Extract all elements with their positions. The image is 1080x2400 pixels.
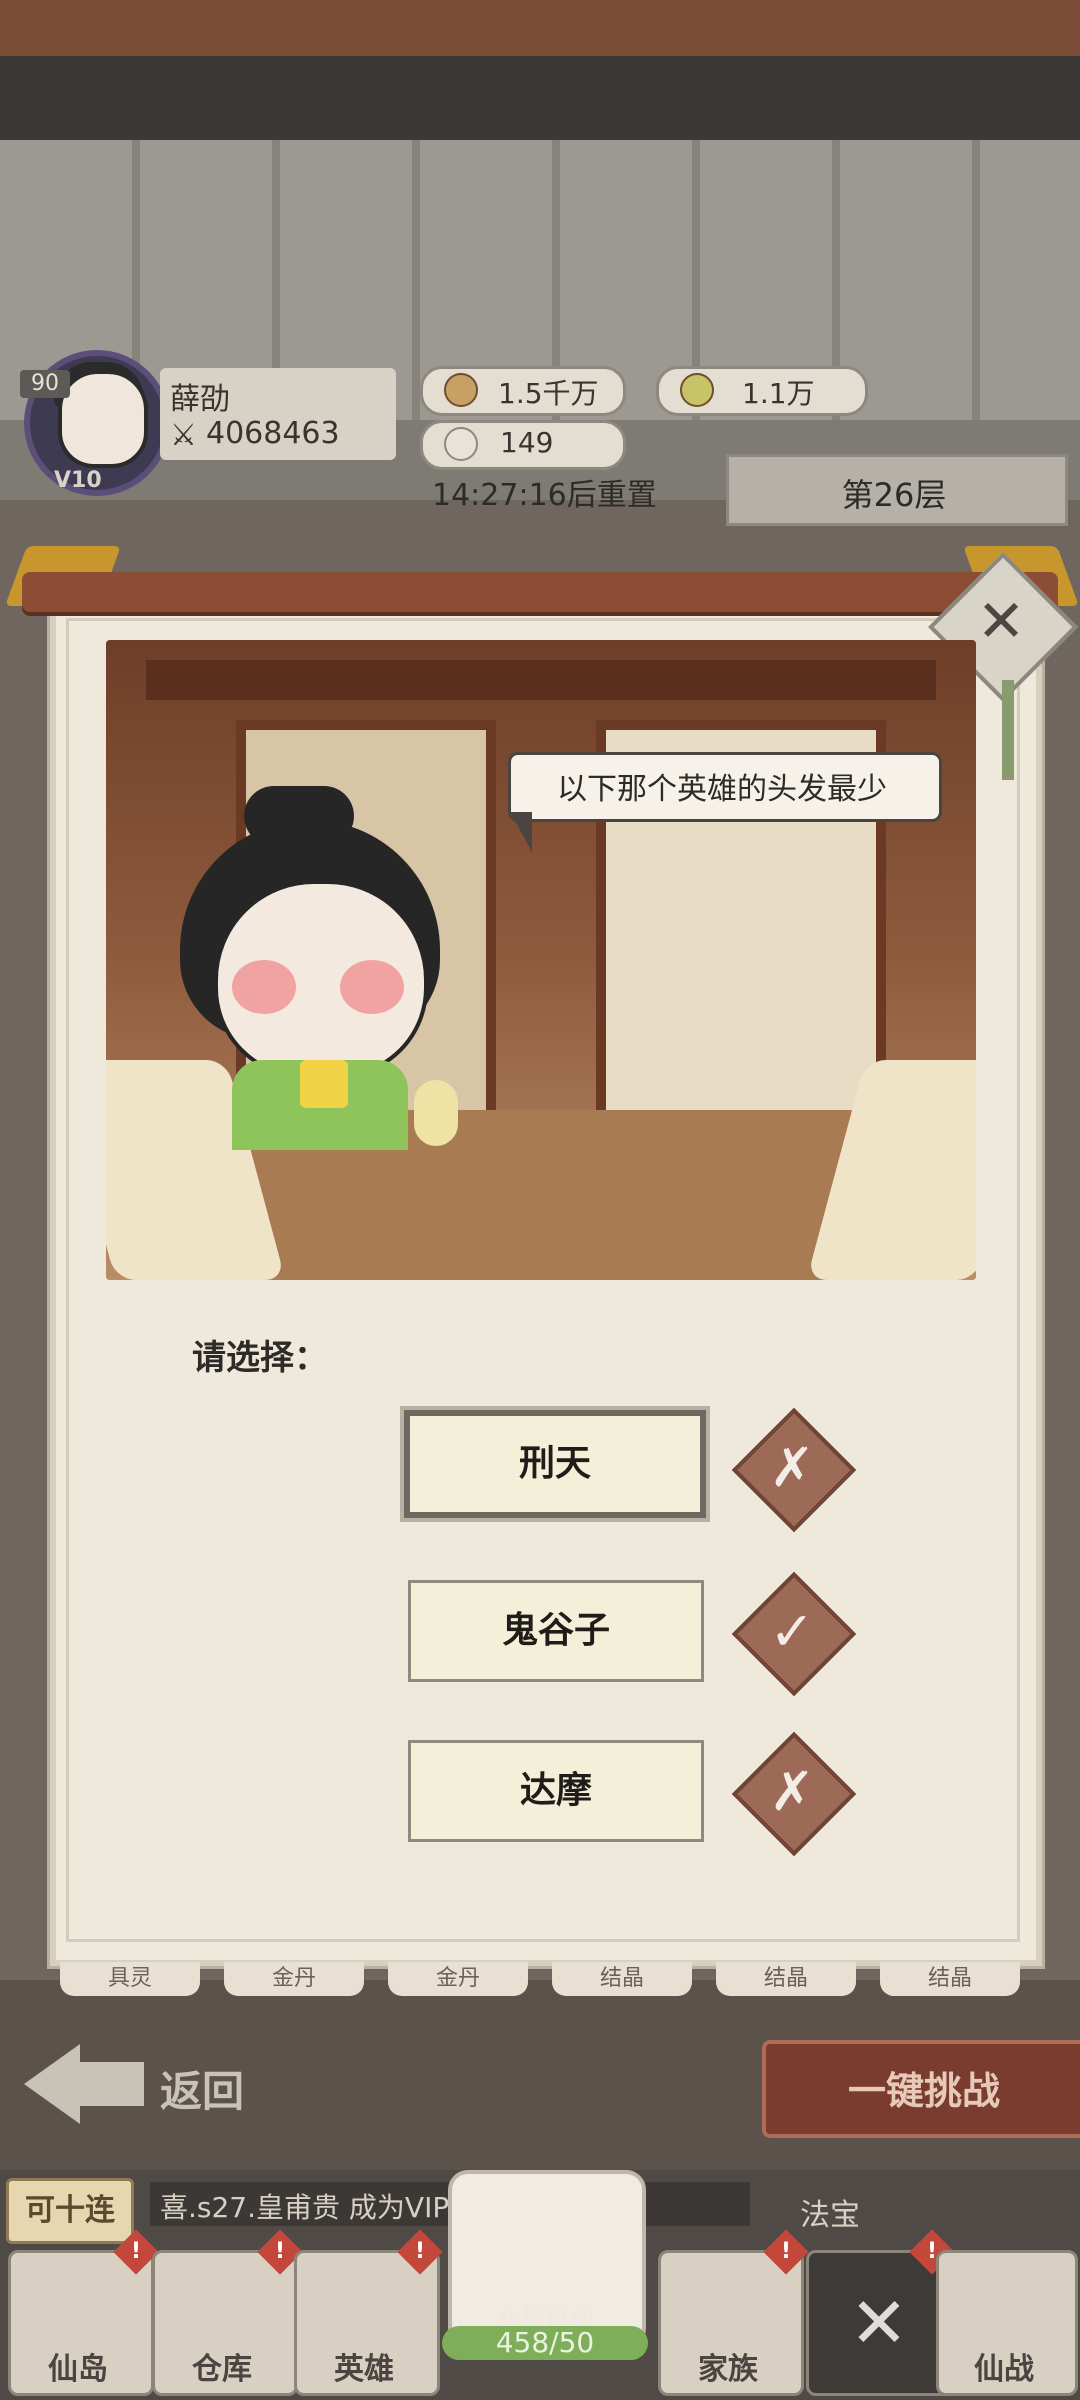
cross-icon: ✗ <box>769 1760 815 1823</box>
token-value: 149 <box>500 426 554 459</box>
speech-bubble-tail <box>510 812 532 852</box>
nav-warehouse-label: 仓库 <box>192 2352 252 2387</box>
option-button-3[interactable]: 达摩 <box>408 1740 704 1842</box>
alert-mark: ! <box>414 2239 426 2264</box>
alert-mark: ! <box>780 2239 792 2264</box>
reward-tag: 结晶 <box>552 1962 692 1996</box>
close-icon[interactable]: ✕ <box>974 588 1028 654</box>
floor-label: 第26层 <box>841 476 947 514</box>
fabao-label[interactable]: 法宝 <box>800 2190 860 2234</box>
reward-tag: 具灵 <box>60 1962 200 1996</box>
copper-value: 1.5千万 <box>498 377 599 410</box>
option-button-1[interactable]: 刑天 <box>404 1410 706 1518</box>
nav-heroes-label: 英雄 <box>334 2352 394 2387</box>
top-status-strip <box>0 0 1080 56</box>
ingot-value: 1.1万 <box>742 377 815 410</box>
scroll-rod <box>22 572 1058 612</box>
auto-challenge-label[interactable]: 一键挑战 <box>768 2060 1080 2115</box>
ingot-icon <box>680 373 714 407</box>
nav-clan-label: 家族 <box>698 2352 758 2387</box>
vip-badge: V10 <box>54 468 102 493</box>
character-cheek-left <box>232 960 296 1014</box>
reward-tag: 结晶 <box>716 1962 856 1996</box>
alert-mark: ! <box>130 2239 142 2264</box>
swords-icon: ⚔ <box>170 418 197 453</box>
quiz-question: 以下那个英雄的头发最少 <box>557 772 887 807</box>
announcement-text: 喜.s27.皇甫贵 成为VIP7 <box>160 2191 468 2224</box>
back-arrow-shaft[interactable] <box>78 2062 144 2106</box>
cross-icon: ✗ <box>769 1436 815 1499</box>
token-icon <box>444 427 478 461</box>
combat-power: 4068463 <box>206 416 340 451</box>
rabbit-pet <box>414 1080 458 1146</box>
header-band <box>0 56 1080 140</box>
reward-tag: 金丹 <box>224 1962 364 1996</box>
nav-island-label: 仙岛 <box>48 2352 108 2387</box>
check-icon: ✓ <box>769 1600 815 1663</box>
back-arrow-icon[interactable] <box>24 2044 80 2124</box>
alert-mark: ! <box>274 2239 286 2264</box>
dice-count: 458/50 <box>495 2326 595 2359</box>
reward-tag: 结晶 <box>880 1962 1020 1996</box>
scene-beam <box>146 660 936 700</box>
choice-prompt: 请选择： <box>192 1338 328 1378</box>
tassel-ornament <box>1002 680 1014 780</box>
character-cheek-right <box>340 960 404 1014</box>
ten-draw-badge[interactable]: 可十连 <box>6 2178 134 2244</box>
reset-timer: 14:27:16后重置 <box>432 478 657 513</box>
level-badge: 90 <box>20 370 70 398</box>
player-name: 薛劭 <box>170 382 230 417</box>
nav-immortal-war-label: 仙战 <box>974 2352 1034 2387</box>
option-button-2[interactable]: 鬼谷子 <box>408 1580 704 1682</box>
back-button[interactable]: 返回 <box>160 2058 244 2119</box>
reward-tag: 金丹 <box>388 1962 528 1996</box>
avatar-face <box>58 370 148 468</box>
coin-icon <box>444 373 478 407</box>
character-bow <box>300 1060 348 1108</box>
